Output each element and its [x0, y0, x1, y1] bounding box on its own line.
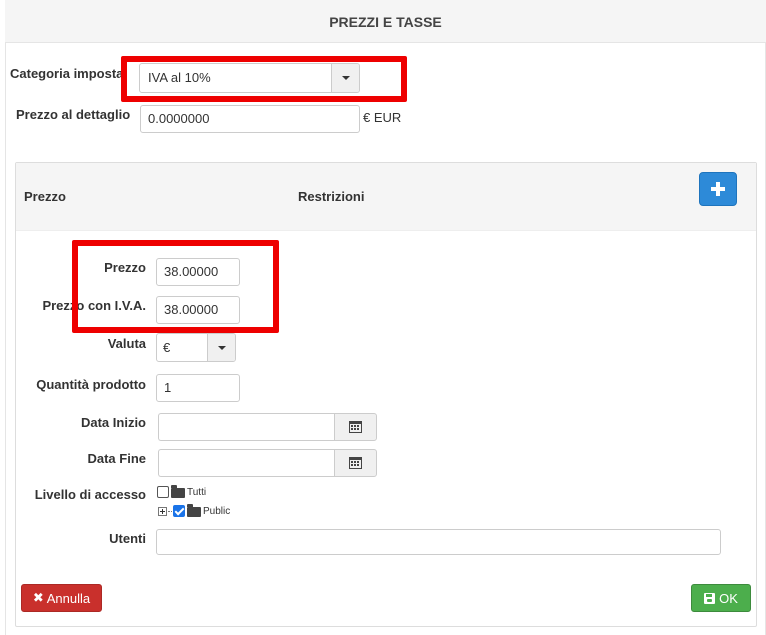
tutti-checkbox[interactable] — [157, 486, 169, 498]
tree-connector — [168, 510, 172, 512]
end-date-label: Data Fine — [87, 451, 146, 466]
add-price-button[interactable] — [699, 172, 737, 206]
currency-label: Valuta — [107, 336, 146, 351]
public-checkbox[interactable] — [173, 505, 185, 517]
price-vat-input[interactable]: 38.00000 — [156, 296, 240, 324]
tax-category-toggle[interactable] — [331, 64, 359, 92]
end-date-picker — [158, 449, 377, 477]
access-tree-item-public[interactable]: Public — [158, 504, 231, 517]
users-input[interactable] — [156, 529, 721, 555]
caret-down-icon — [217, 345, 226, 350]
column-restrictions-header: Restrizioni — [298, 189, 365, 204]
start-date-input[interactable] — [158, 413, 334, 441]
tax-category-label: Categoria imposta — [10, 66, 124, 81]
column-price-header: Prezzo — [24, 189, 66, 204]
start-date-label: Data Inizio — [80, 415, 146, 430]
save-icon — [704, 592, 716, 604]
public-label: Public — [203, 505, 231, 517]
close-icon: ✖ — [32, 590, 44, 605]
cancel-button[interactable]: ✖ Annulla — [21, 584, 102, 612]
ok-button-label: OK — [719, 590, 738, 606]
quantity-label: Quantità prodotto — [36, 377, 146, 392]
retail-currency-suffix: € EUR — [363, 110, 402, 125]
ok-button[interactable]: OK — [691, 584, 751, 612]
tax-category-value: IVA al 10% — [148, 70, 211, 85]
plus-icon — [711, 182, 725, 196]
retail-price-label: Prezzo al dettaglio — [16, 107, 131, 122]
end-date-input[interactable] — [158, 449, 334, 477]
access-level-label: Livello di accesso — [34, 487, 146, 502]
calendar-icon — [349, 421, 362, 433]
tutti-label: Tutti — [187, 486, 207, 498]
retail-price-input[interactable]: 0.0000000 — [140, 105, 360, 133]
start-date-button[interactable] — [334, 413, 377, 441]
panel-title: PREZZI E TASSE — [5, 0, 766, 43]
folder-icon — [171, 485, 185, 498]
cancel-button-label: Annulla — [46, 590, 91, 606]
price-label: Prezzo — [104, 260, 146, 275]
caret-down-icon — [341, 76, 350, 80]
price-input[interactable]: 38.00000 — [156, 258, 240, 286]
currency-value: € EUR — [163, 340, 171, 355]
price-rules-header: Prezzo Restrizioni — [16, 163, 756, 231]
quantity-input[interactable]: 1 — [156, 374, 240, 402]
end-date-button[interactable] — [334, 449, 377, 477]
price-vat-label: Prezzo con I.V.A. — [42, 298, 146, 313]
folder-icon — [187, 504, 201, 517]
calendar-icon — [349, 457, 362, 469]
price-rules-panel: Prezzo Restrizioni — [15, 162, 757, 627]
expand-icon[interactable] — [158, 506, 167, 516]
start-date-picker — [158, 413, 377, 441]
currency-toggle[interactable] — [207, 334, 235, 361]
users-label: Utenti — [109, 531, 146, 546]
access-tree-item-tutti[interactable]: Tutti — [157, 485, 207, 498]
currency-select[interactable]: € EUR — [156, 333, 236, 362]
tax-category-select[interactable]: IVA al 10% — [139, 63, 360, 93]
panel-border-left — [5, 43, 6, 635]
